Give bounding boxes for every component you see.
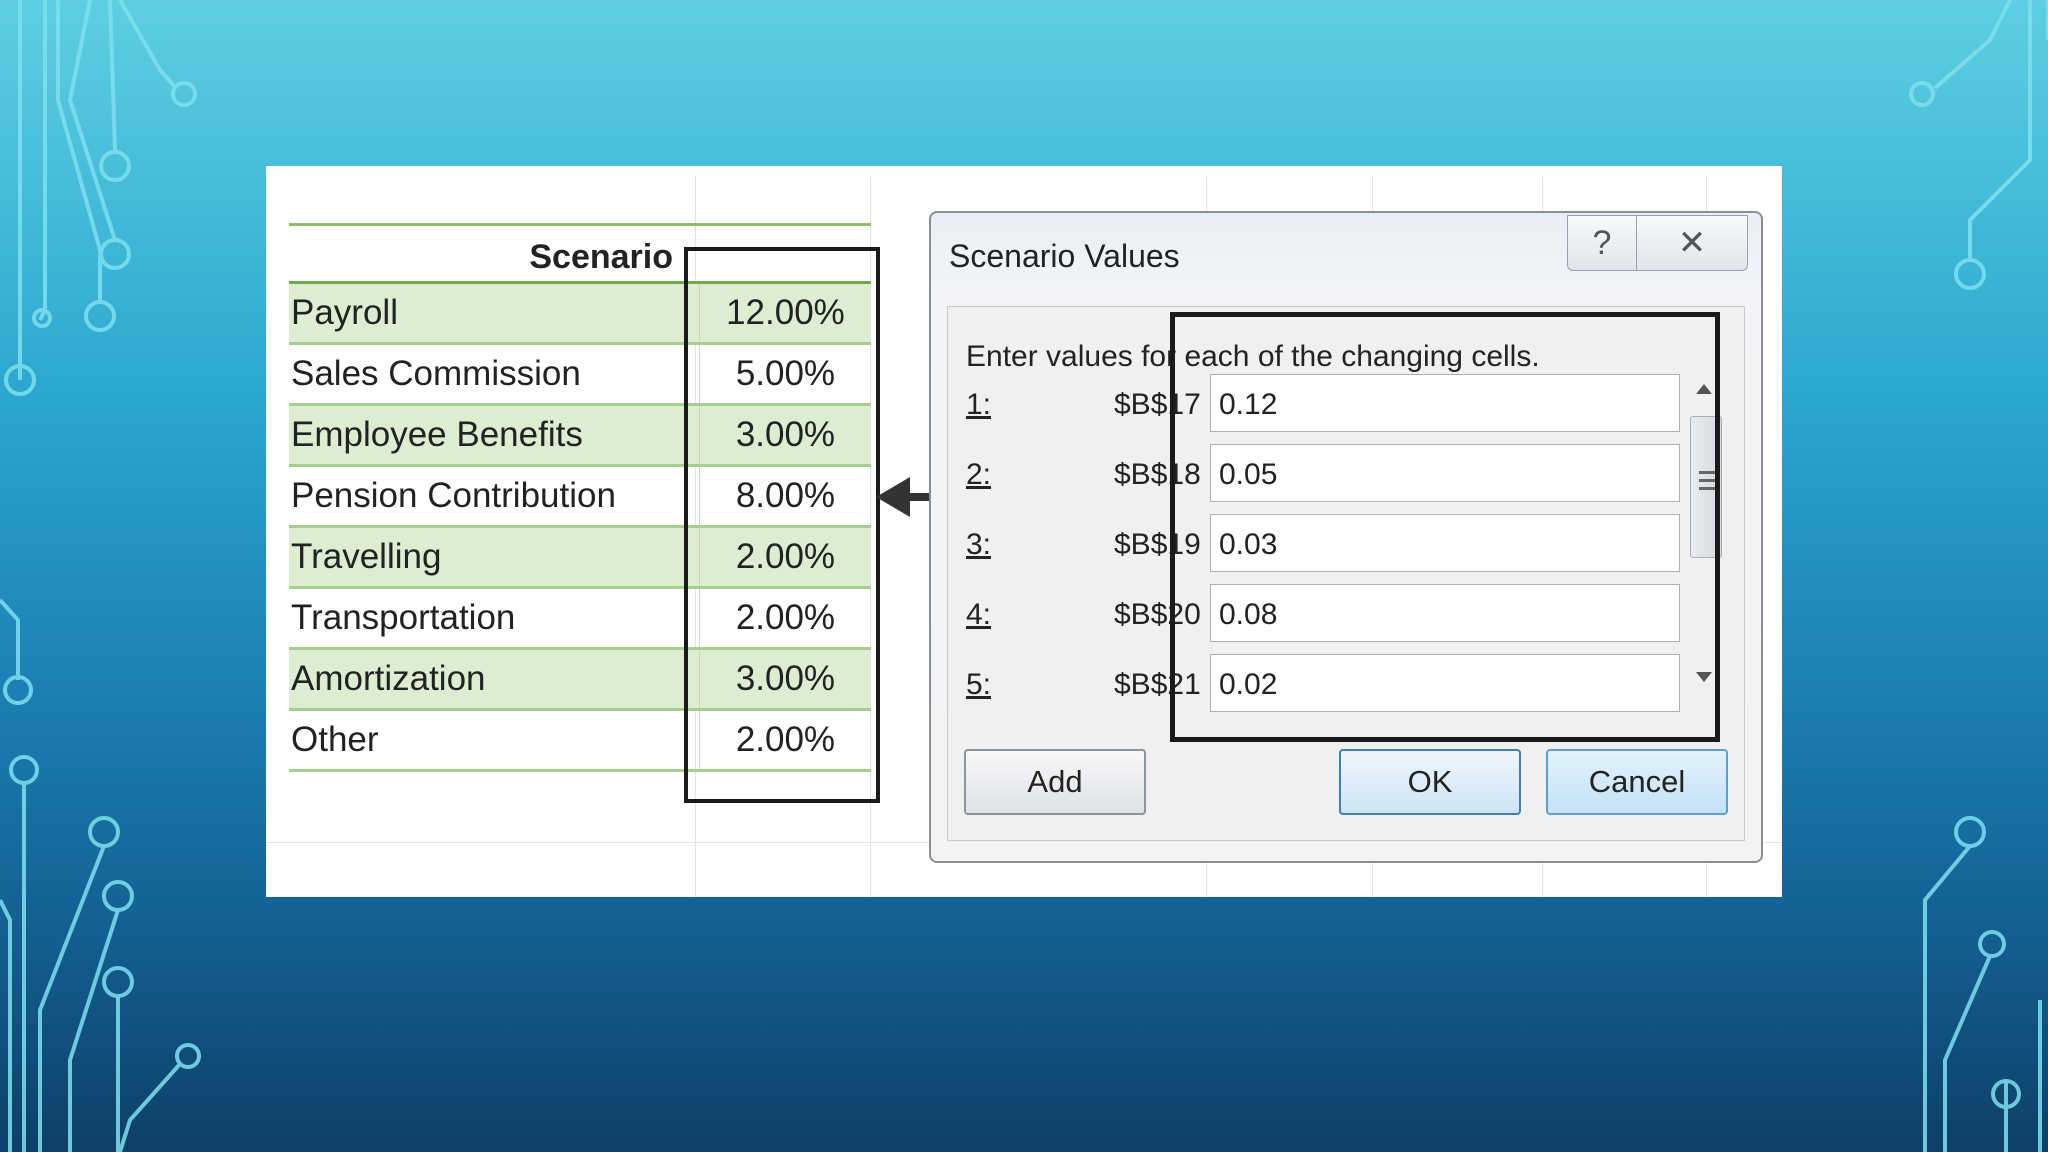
question-icon: ?: [1592, 223, 1612, 262]
scenario-values-dialog: Scenario Values ? ✕ Enter values for eac…: [929, 211, 1763, 863]
field-number: 2:: [966, 458, 992, 491]
row-label: Amortization: [291, 659, 486, 698]
add-button[interactable]: Add: [964, 749, 1146, 815]
row-label: Travelling: [291, 537, 442, 576]
dialog-title: Scenario Values: [949, 238, 1180, 274]
field-number: 1:: [966, 388, 992, 421]
close-icon: ✕: [1677, 224, 1707, 262]
field-number: 4:: [966, 598, 992, 631]
help-button[interactable]: ?: [1567, 215, 1637, 271]
arrow-left-icon: [876, 477, 910, 517]
row-label: Sales Commission: [291, 354, 581, 393]
cancel-button[interactable]: Cancel: [1546, 749, 1728, 815]
field-number: 5:: [966, 668, 992, 701]
row-label: Employee Benefits: [291, 415, 583, 454]
close-button[interactable]: ✕: [1636, 215, 1748, 271]
value-column-highlight: [684, 247, 880, 803]
field-number: 3:: [966, 528, 992, 561]
row-label: Other: [291, 720, 379, 759]
screenshot-panel: Scenario Payroll 12.00% Sales Commission…: [266, 166, 1782, 897]
ok-button[interactable]: OK: [1339, 749, 1521, 815]
row-label: Pension Contribution: [291, 476, 616, 515]
row-label: Payroll: [291, 293, 398, 332]
row-label: Transportation: [291, 598, 516, 637]
scenario-header: Scenario: [529, 238, 673, 276]
fields-highlight-box: [1170, 312, 1720, 742]
